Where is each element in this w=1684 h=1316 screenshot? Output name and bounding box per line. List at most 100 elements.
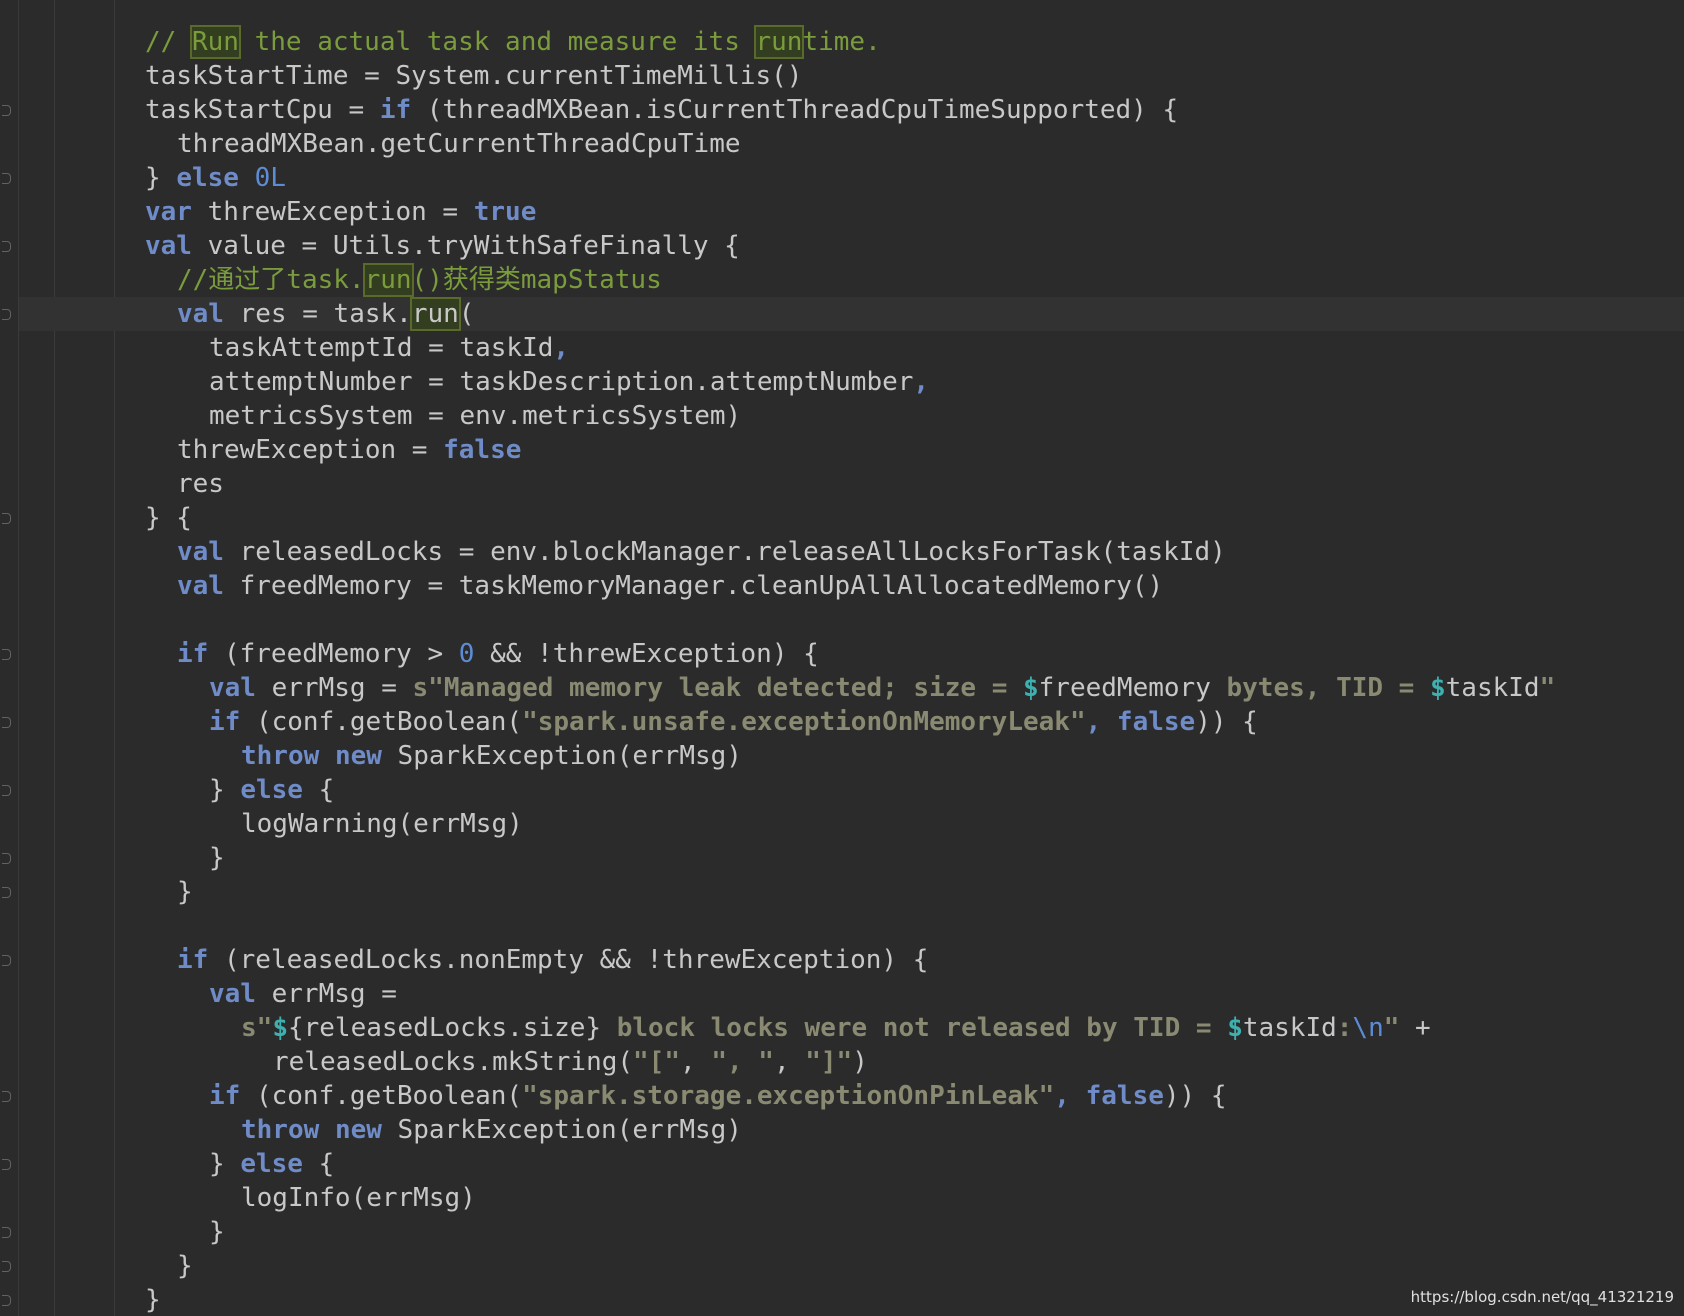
code-token: the actual task and measure its [238, 27, 756, 57]
code-line[interactable]: logWarning(errMsg) [0, 807, 1684, 841]
code-token: (threadMXBean.isCurrentThreadCpuTimeSupp… [411, 95, 1179, 125]
code-line[interactable]: threadMXBean.getCurrentThreadCpuTime [0, 127, 1684, 161]
code-token: " [1539, 673, 1556, 703]
code-token: } [177, 1251, 193, 1281]
code-token: } [209, 1217, 225, 1247]
code-token: { [302, 1149, 335, 1179]
code-line[interactable]: //通过了task.run()获得类mapStatus [0, 263, 1684, 297]
code-line[interactable]: val errMsg = [0, 977, 1684, 1011]
code-line[interactable]: } else 0L [0, 161, 1684, 195]
code-token: , [1085, 707, 1117, 737]
code-token: val [209, 673, 256, 703]
code-line[interactable]: if (freedMemory > 0 && !threwException) … [0, 637, 1684, 671]
code-line[interactable]: taskStartTime = System.currentTimeMillis… [0, 59, 1684, 93]
code-token: if [209, 707, 241, 737]
code-line[interactable]: val freedMemory = taskMemoryManager.clea… [0, 569, 1684, 603]
code-token: (conf.getBoolean( [240, 1081, 523, 1111]
code-line[interactable]: taskStartCpu = if (threadMXBean.isCurren… [0, 93, 1684, 127]
code-line[interactable]: if (conf.getBoolean("spark.unsafe.except… [0, 705, 1684, 739]
code-line[interactable] [0, 909, 1684, 943]
code-token: releasedLocks.mkString( [273, 1047, 634, 1077]
code-token: attemptNumber = taskDescription.attemptN… [209, 367, 914, 397]
watermark: https://blog.csdn.net/qq_41321219 [1410, 1288, 1674, 1306]
code-token: taskStartCpu = [145, 95, 380, 125]
code-line[interactable]: val errMsg = s"Managed memory leak detec… [0, 671, 1684, 705]
code-token: 0 [458, 639, 475, 669]
code-token: "[" [633, 1047, 680, 1077]
code-token: , [773, 1047, 806, 1077]
code-line[interactable]: } [0, 875, 1684, 909]
code-token: } [177, 877, 193, 907]
code-token: } [145, 163, 177, 193]
code-token: \n [1352, 1013, 1384, 1043]
code-line[interactable]: throw new SparkException(errMsg) [0, 1113, 1684, 1147]
code-token: $ [272, 1013, 288, 1043]
code-line[interactable]: } [0, 841, 1684, 875]
code-line[interactable]: attemptNumber = taskDescription.attemptN… [0, 365, 1684, 399]
code-token: freedMemory = taskMemoryManager.cleanUpA… [223, 571, 1164, 601]
code-token: metricsSystem = env.metricsSystem) [209, 401, 742, 431]
code-token: if [177, 639, 209, 669]
code-token: run [409, 297, 461, 331]
code-token: )) { [1195, 707, 1258, 737]
code-token: run [753, 25, 805, 59]
code-line[interactable]: val releasedLocks = env.blockManager.rel… [0, 535, 1684, 569]
code-token: {releasedLocks.size} [287, 1013, 602, 1043]
code-editor[interactable]: // Run the actual task and measure its r… [0, 0, 1684, 1316]
code-token: threadMXBean.getCurrentThreadCpuTime [177, 129, 741, 159]
code-line[interactable]: } else { [0, 773, 1684, 807]
code-token: new [334, 1115, 382, 1145]
code-token: s"Managed memory leak detected; size = [412, 673, 1023, 703]
code-token: SparkException(errMsg) [381, 741, 742, 771]
code-line[interactable]: } [0, 1249, 1684, 1283]
code-token: // [145, 27, 192, 57]
code-token: : [1336, 1013, 1353, 1043]
code-token: taskStartTime = System.currentTimeMillis… [145, 61, 803, 91]
code-token: errMsg = [255, 673, 413, 703]
code-line[interactable] [0, 603, 1684, 637]
code-token: threwException = [191, 197, 474, 227]
code-line[interactable]: // Run the actual task and measure its r… [0, 25, 1684, 59]
code-line[interactable]: throw new SparkException(errMsg) [0, 739, 1684, 773]
code-line[interactable]: } [0, 1215, 1684, 1249]
code-line[interactable]: if (releasedLocks.nonEmpty && !threwExce… [0, 943, 1684, 977]
code-token: taskId [1445, 673, 1540, 703]
code-line[interactable]: res [0, 467, 1684, 501]
code-token: val [177, 299, 224, 329]
code-line[interactable]: s"${releasedLocks.size} block locks were… [0, 1011, 1684, 1045]
code-token: } { [145, 503, 192, 533]
code-token: else [240, 1149, 303, 1179]
code-token: true [473, 197, 537, 227]
code-token: Run [189, 25, 241, 59]
code-token: run [362, 263, 414, 297]
code-token: val [177, 537, 224, 567]
code-line[interactable]: taskAttemptId = taskId, [0, 331, 1684, 365]
code-line[interactable]: } { [0, 501, 1684, 535]
code-line[interactable]: metricsSystem = env.metricsSystem) [0, 399, 1684, 433]
code-line[interactable]: releasedLocks.mkString("[", ", ", "]") [0, 1045, 1684, 1079]
code-token: threwException = [177, 435, 444, 465]
code-line[interactable]: val value = Utils.tryWithSafeFinally { [0, 229, 1684, 263]
code-line[interactable]: threwException = false [0, 433, 1684, 467]
code-token: logInfo(errMsg) [241, 1183, 476, 1213]
code-token: val [145, 231, 192, 261]
code-token: else [240, 775, 303, 805]
code-token: block locks were not released by TID = [601, 1013, 1228, 1043]
code-line[interactable]: if (conf.getBoolean("spark.storage.excep… [0, 1079, 1684, 1113]
code-line[interactable]: val res = task.run( [0, 297, 1684, 331]
code-token: s" [241, 1013, 273, 1043]
code-token: else [176, 163, 239, 193]
code-token: res [177, 469, 224, 499]
code-token: $ [1023, 673, 1039, 703]
code-token: "spark.unsafe.exceptionOnMemoryLeak" [522, 707, 1086, 737]
code-line[interactable]: } else { [0, 1147, 1684, 1181]
code-token: (conf.getBoolean( [240, 707, 523, 737]
code-area[interactable]: // Run the actual task and measure its r… [0, 25, 1684, 1316]
code-token: false [443, 435, 522, 465]
code-token: val [209, 979, 256, 1009]
code-token: logWarning(errMsg) [241, 809, 523, 839]
code-token: " [1383, 1013, 1400, 1043]
code-line[interactable]: logInfo(errMsg) [0, 1181, 1684, 1215]
code-line[interactable]: var threwException = true [0, 195, 1684, 229]
